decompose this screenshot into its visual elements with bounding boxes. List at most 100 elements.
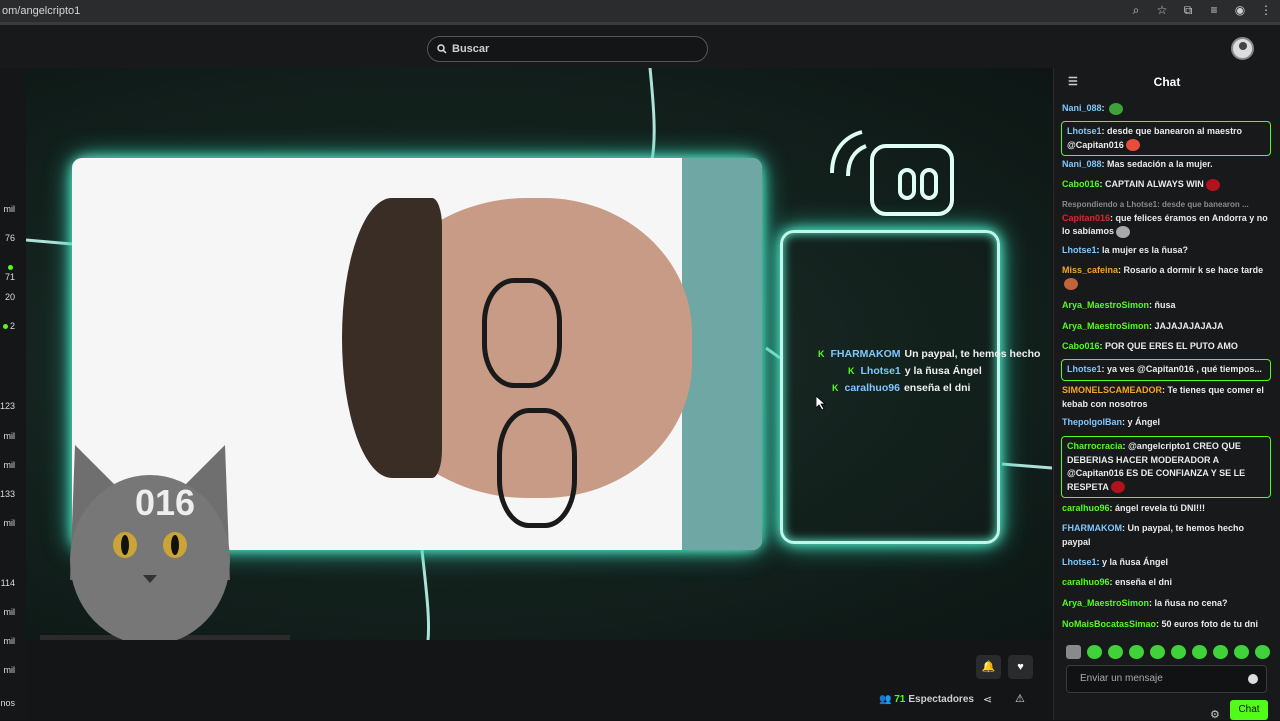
rail-viewer-count[interactable]: 133 bbox=[0, 489, 26, 499]
menu-icon[interactable]: ⋮ bbox=[1258, 2, 1274, 18]
chat-message-input[interactable]: Enviar un mensaje bbox=[1066, 665, 1267, 693]
send-chat-button[interactable]: Chat bbox=[1230, 700, 1268, 720]
address-bar[interactable]: om/angelcripto1 bbox=[2, 5, 80, 17]
rail-viewer-count[interactable]: mil bbox=[0, 636, 26, 646]
chat-settings-gear-icon[interactable]: ⚙ bbox=[1210, 708, 1220, 721]
chat-username[interactable]: FHARMAKOM bbox=[1062, 523, 1122, 533]
rail-viewer-count[interactable]: mil bbox=[0, 518, 26, 528]
chat-message-text: Rosario a dormir k se hace tarde bbox=[1123, 265, 1264, 275]
emote-icon[interactable] bbox=[1192, 645, 1207, 659]
chat-message: Cabo016: POR QUE ERES EL PUTO AMO bbox=[1062, 341, 1238, 351]
chat-message-text: Mas sedación a la mujer. bbox=[1107, 159, 1213, 169]
search-icon bbox=[437, 44, 447, 54]
chat-message: Arya_MaestroSimon: ñusa bbox=[1062, 300, 1176, 310]
chat-message-text: 50 euros foto de tu dni bbox=[1161, 619, 1259, 629]
chat-username[interactable]: Lhotse1 bbox=[1067, 364, 1102, 374]
search-input[interactable]: Buscar bbox=[427, 36, 708, 62]
rail-value: nos bbox=[0, 698, 15, 708]
overlay-username: FHARMAKOM bbox=[830, 348, 901, 360]
collapse-chat-icon[interactable]: ☰ bbox=[1068, 75, 1078, 88]
rail-viewer-count[interactable]: nos bbox=[0, 698, 26, 708]
browser-tools: ⌕ ☆ ⧉ ≡ ◉ ⋮ bbox=[1128, 2, 1274, 18]
rail-viewer-count[interactable]: 2 bbox=[0, 321, 26, 331]
chat-message-text: enseña el dni bbox=[1115, 577, 1173, 587]
share-icon[interactable]: ⋖ bbox=[983, 693, 992, 706]
emote-icon bbox=[1064, 278, 1078, 291]
rail-value: 2 bbox=[9, 321, 15, 331]
chat-username[interactable]: Nani_088 bbox=[1062, 103, 1102, 113]
media-icon[interactable]: ≡ bbox=[1206, 2, 1222, 18]
chat-message-text: y la ñusa Ángel bbox=[1102, 557, 1169, 567]
extensions-icon[interactable]: ⧉ bbox=[1180, 2, 1196, 18]
rail-viewer-count[interactable]: mil bbox=[0, 431, 26, 441]
emote-icon bbox=[1125, 139, 1140, 152]
emote-bar bbox=[1066, 645, 1270, 659]
chat-username[interactable]: Arya_MaestroSimon bbox=[1062, 300, 1149, 310]
chat-message: caralhuo96: ángel revela tú DNI!!! bbox=[1062, 503, 1206, 513]
chat-username[interactable]: Lhotse1 bbox=[1067, 126, 1102, 136]
chat-message-text: la ñusa no cena? bbox=[1154, 598, 1228, 608]
emote-icon[interactable] bbox=[1213, 645, 1228, 659]
emote-icon[interactable] bbox=[1150, 645, 1165, 659]
rail-value: 123 bbox=[0, 401, 16, 411]
rail-viewer-count[interactable]: mil bbox=[0, 607, 26, 617]
chat-message-text: y Ángel bbox=[1127, 417, 1161, 427]
chat-message-text: ángel revela tú DNI!!! bbox=[1115, 503, 1206, 513]
kick-badge-icon: K bbox=[848, 366, 855, 376]
chat-message: Nani_088: Mas sedación a la mujer. bbox=[1062, 159, 1213, 169]
emote-icon[interactable] bbox=[1255, 645, 1270, 659]
rail-viewer-count[interactable]: 114 bbox=[0, 578, 26, 588]
chat-message-text: la mujer es la ñusa? bbox=[1102, 245, 1189, 255]
emote-icon[interactable] bbox=[1066, 645, 1081, 659]
chat-username[interactable]: Lhotse1 bbox=[1062, 557, 1097, 567]
chat-message-text: CAPTAIN ALWAYS WIN bbox=[1105, 179, 1204, 189]
emoji-icon[interactable] bbox=[1248, 674, 1258, 684]
user-avatar[interactable] bbox=[1231, 37, 1254, 60]
chat-input-placeholder: Enviar un mensaje bbox=[1080, 673, 1163, 684]
chat-username[interactable]: Capitan016 bbox=[1062, 213, 1110, 223]
chat-message: Arya_MaestroSimon: JAJAJAJAJAJA bbox=[1062, 321, 1224, 331]
chat-username[interactable]: caralhuo96 bbox=[1062, 503, 1110, 513]
profile-icon[interactable]: ◉ bbox=[1232, 2, 1248, 18]
rail-viewer-count[interactable]: 71 bbox=[0, 262, 26, 282]
chat-username[interactable]: SIMONELSCAMEADOR bbox=[1062, 385, 1162, 395]
emote-icon[interactable] bbox=[1087, 645, 1102, 659]
chat-username[interactable]: NoMaisBocatasSimao bbox=[1062, 619, 1156, 629]
star-icon[interactable]: ☆ bbox=[1154, 2, 1170, 18]
rail-viewer-count[interactable]: 76 bbox=[0, 233, 26, 243]
chat-username[interactable]: Nani_088 bbox=[1062, 159, 1102, 169]
chat-message: SIMONELSCAMEADOR: Te tienes que comer el… bbox=[1062, 385, 1264, 409]
report-icon[interactable]: ⚠ bbox=[1015, 692, 1025, 705]
chat-message: Miss_cafeina: Rosario a dormir k se hace… bbox=[1062, 264, 1270, 291]
chat-username[interactable]: Arya_MaestroSimon bbox=[1062, 598, 1149, 608]
followed-channels-rail: mil 76 71 20 2 123 mil mil 133 mil 114 mil mil mil nos bbox=[0, 68, 26, 720]
chat-message: Lhotse1: y la ñusa Ángel bbox=[1062, 557, 1169, 567]
zoom-icon[interactable]: ⌕ bbox=[1128, 2, 1144, 18]
notification-bell-button[interactable]: 🔔 bbox=[976, 655, 1001, 679]
chat-username[interactable]: Charrocracia bbox=[1067, 441, 1123, 451]
rail-viewer-count[interactable]: mil bbox=[0, 665, 26, 675]
chat-username[interactable]: ThepolgolBan bbox=[1062, 417, 1122, 427]
cat-badge-number: 016 bbox=[135, 482, 195, 523]
rail-viewer-count[interactable]: 123 bbox=[0, 401, 26, 411]
emote-icon[interactable] bbox=[1171, 645, 1186, 659]
follow-heart-button[interactable]: ♥ bbox=[1008, 655, 1033, 679]
emote-icon[interactable] bbox=[1234, 645, 1249, 659]
rail-viewer-count[interactable]: 20 bbox=[0, 292, 26, 302]
overlay-chat: K FHARMAKOM Un paypal, te hemos hecho K Lhot… bbox=[818, 348, 1052, 399]
mouse-cursor bbox=[816, 396, 826, 410]
chat-username[interactable]: Arya_MaestroSimon bbox=[1062, 321, 1149, 331]
chat-username[interactable]: Cabo016 bbox=[1062, 341, 1100, 351]
emote-icon[interactable] bbox=[1108, 645, 1123, 659]
chat-username[interactable]: Lhotse1 bbox=[1062, 245, 1097, 255]
rail-value: 76 bbox=[4, 233, 15, 243]
rail-viewer-count[interactable]: mil bbox=[0, 460, 26, 470]
rail-viewer-count[interactable]: mil bbox=[0, 204, 26, 214]
rail-value: mil bbox=[3, 460, 16, 470]
emote-icon[interactable] bbox=[1129, 645, 1144, 659]
chat-message-text: ñusa bbox=[1154, 300, 1176, 310]
chat-message: ThepolgolBan: y Ángel bbox=[1062, 417, 1161, 427]
chat-username[interactable]: Miss_cafeina bbox=[1062, 265, 1118, 275]
chat-username[interactable]: Cabo016 bbox=[1062, 179, 1100, 189]
chat-username[interactable]: caralhuo96 bbox=[1062, 577, 1110, 587]
